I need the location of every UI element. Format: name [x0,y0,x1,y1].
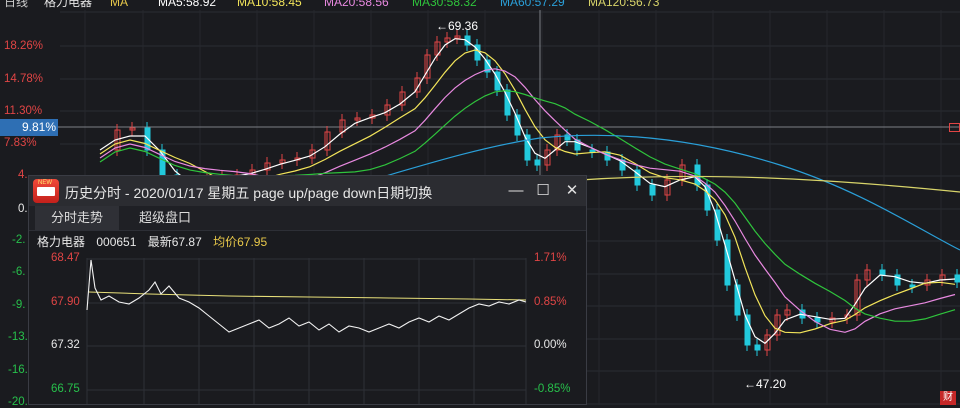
quote-code: 000651 [96,235,137,249]
tab-intraday-trend[interactable]: 分时走势 [35,206,119,230]
indicator-select[interactable]: MA [110,0,128,8]
app-logo-icon: NEW [33,179,59,203]
intraday-chart[interactable] [29,258,586,404]
tab-super-orderbook[interactable]: 超级盘口 [123,206,207,230]
low-price-marker: ←47.20 [744,377,787,391]
candle-body [534,159,541,166]
window-tabs: 分时走势 超级盘口 [29,206,586,231]
crosshair-y-label: 9.81% [0,119,58,136]
period-label[interactable]: 日线 [4,0,28,8]
intraday-pct-label: 1.71% [534,252,567,264]
intraday-price-label: 68.47 [51,252,80,264]
intraday-pct-label: 0.85% [534,296,567,308]
intraday-price-label: 66.75 [51,383,80,395]
ma30-value: MA30:58.32 [412,0,477,9]
y-axis-label: -13. [8,331,28,343]
ma5-value: MA5:58.92 [158,0,217,9]
y-axis-label: 7.83% [4,137,37,149]
intraday-pct-label: -0.85% [534,383,571,395]
y-axis-label: 11.30% [4,105,43,117]
y-axis-label: -16. [8,364,28,376]
ma20-value: MA20:58.56 [324,0,389,9]
candle-body [754,344,761,351]
quote-average: 均价67.95 [213,235,268,249]
candle-body [909,284,916,288]
ma120-value: MA120:56.73 [588,0,660,9]
candle-body [649,184,656,196]
intraday-pct-label: 0.00% [534,339,567,351]
history-intraday-window: NEW 历史分时 - 2020/01/17 星期五 page up/page d… [28,175,587,405]
candle-body [589,149,596,153]
quote-latest: 最新67.87 [147,235,202,249]
y-axis-label: -20. [8,396,28,408]
intraday-price-label: 67.32 [51,339,80,351]
intraday-price-line [86,259,527,333]
window-titlebar[interactable]: NEW 历史分时 - 2020/01/17 星期五 page up/page d… [29,176,586,206]
y-axis-label: -9. [12,299,26,311]
ma10-value: MA10:58.45 [237,0,302,9]
window-title: 历史分时 - 2020/01/17 星期五 page up/page down日… [65,185,433,201]
candle-body [954,274,960,283]
maximize-button[interactable]: ☐ [532,180,554,202]
y-axis-label: -2. [12,234,26,246]
intraday-price-label: 67.90 [51,296,80,308]
finance-badge[interactable]: 财 [940,391,956,405]
high-price-marker: ←69.36 [436,19,479,33]
right-edge-marker [949,123,960,132]
stock-name: 格力电器 [44,0,93,9]
ma60-value: MA60:57.29 [500,0,565,9]
quote-name: 格力电器 [37,235,86,249]
y-axis-label: 4. [18,169,28,181]
close-button[interactable]: ✕ [561,180,583,202]
y-axis-label: -6. [12,266,26,278]
average-price-line [88,291,527,301]
candle-body [879,269,886,276]
ma-bar: 日线 格力电器 MA MA5:58.92 MA10:58.45 MA20:58.… [0,0,960,9]
minimize-button[interactable]: — [505,180,527,202]
y-axis-label: 14.78% [4,73,44,85]
y-axis-label: 18.26% [4,40,44,52]
quote-info: 格力电器 000651 最新67.87 均价67.95 [37,233,275,250]
y-axis-label: 0. [18,203,28,215]
